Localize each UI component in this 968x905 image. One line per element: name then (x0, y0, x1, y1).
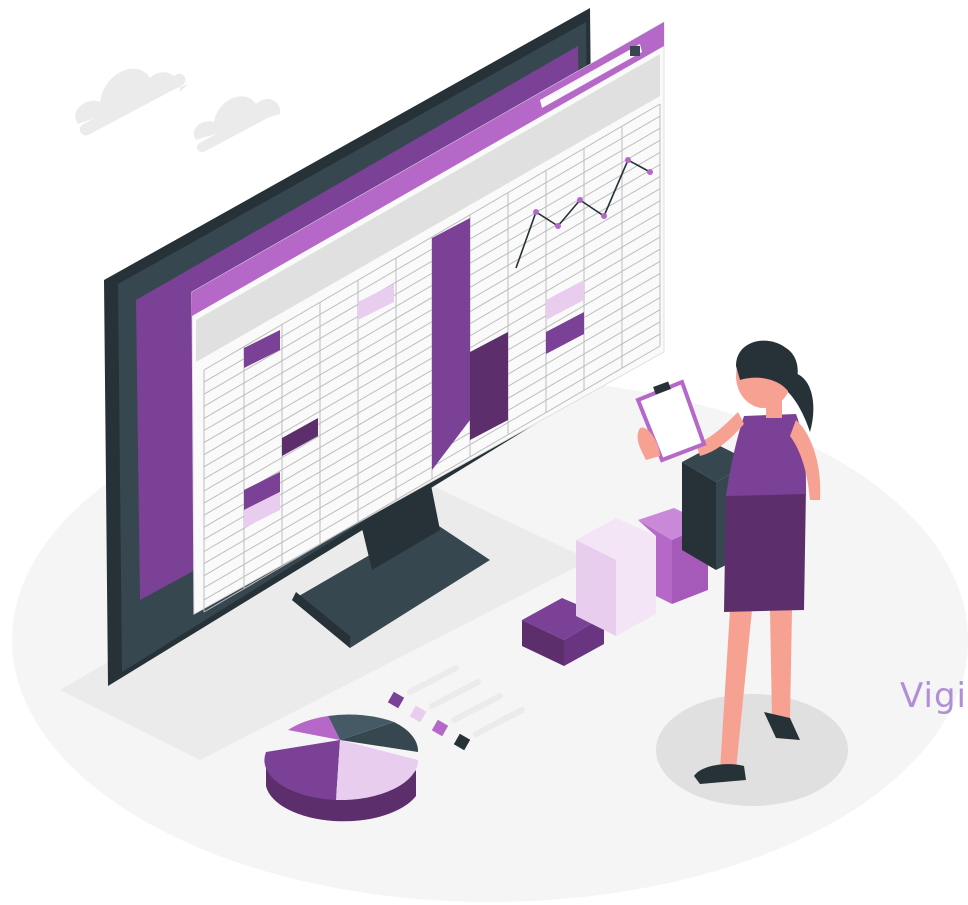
window-control (630, 46, 640, 56)
cloud-icon (193, 96, 281, 153)
illustration (12, 8, 968, 902)
caption-text: Vigi (900, 676, 967, 716)
cloud-icon (75, 68, 188, 136)
person-shadow (656, 694, 848, 806)
